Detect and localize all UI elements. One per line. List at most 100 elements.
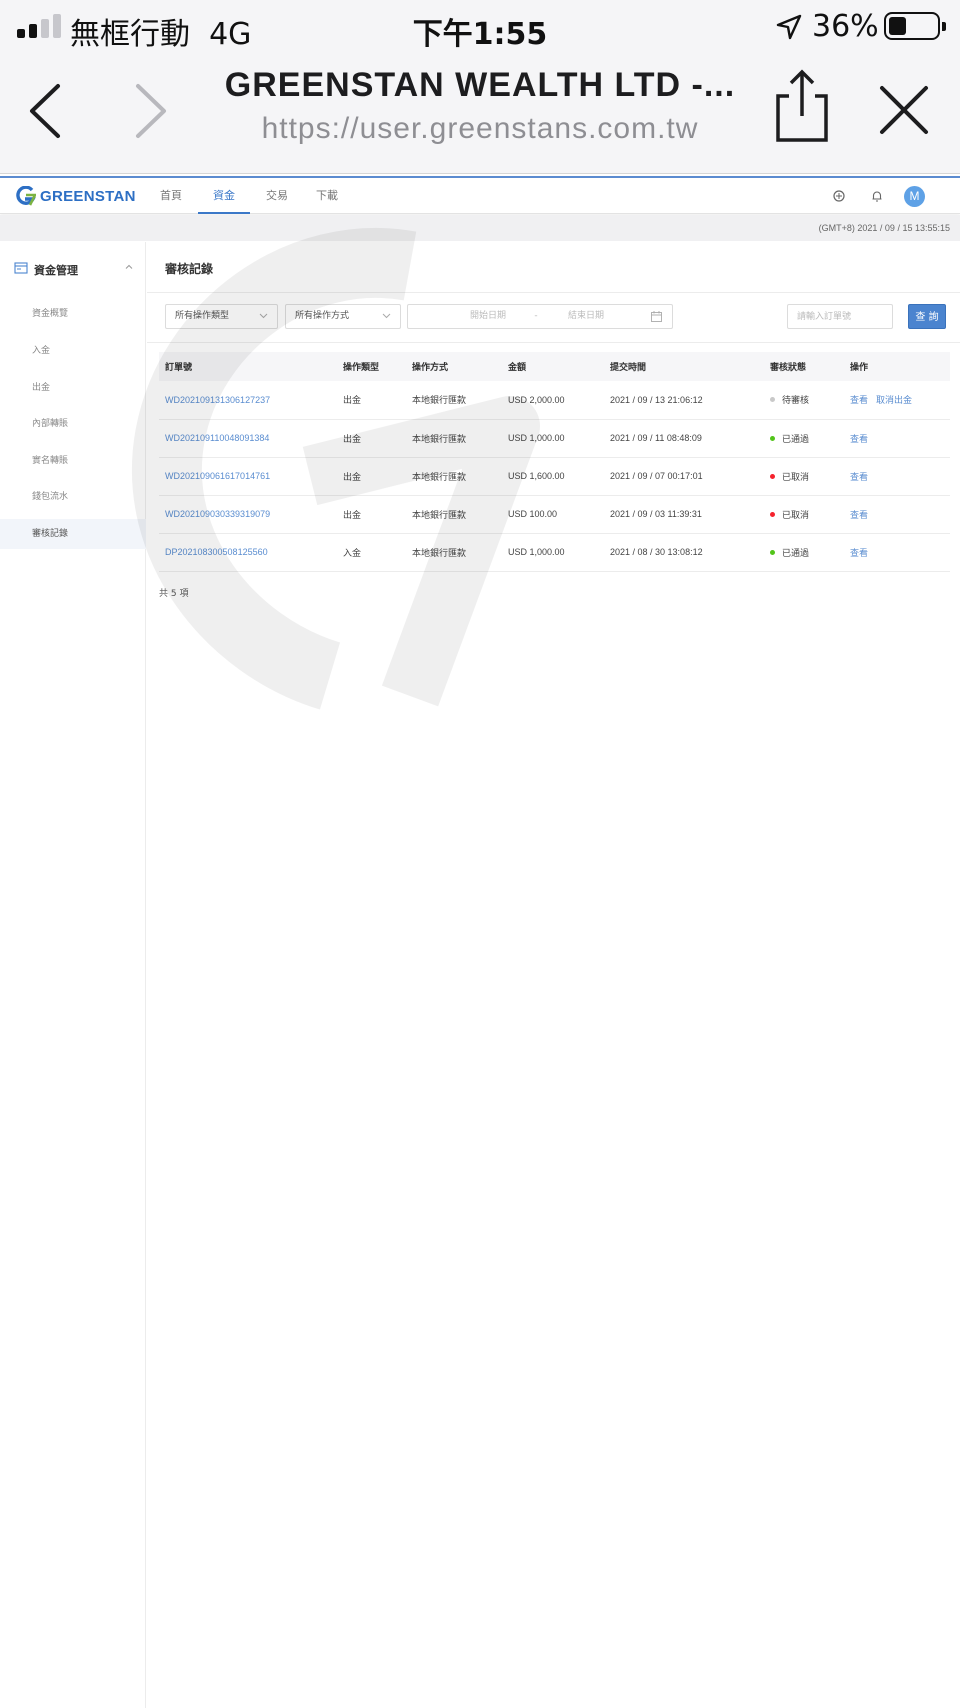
end-date-input[interactable]: 結束日期 [542,305,630,328]
share-icon[interactable] [772,68,832,144]
operation-method-cell: 本地銀行匯款 [412,547,467,558]
cancel-withdrawal-link[interactable]: 取消出金 [876,395,912,405]
chevron-up-icon [125,264,133,269]
review-status-cell: 待審核 [764,381,844,419]
sidebar-item-funds-overview[interactable]: 資金概覽 [0,299,146,329]
view-link[interactable]: 查看 [850,472,868,482]
main-content: 審核記錄 所有操作類型 所有操作方式 開始日期 - 結束日期 查 詢 訂單號 操… [147,242,960,1708]
forward-icon[interactable] [118,78,178,144]
table-row: WD202109061617014761 出金 本地銀行匯款 USD 1,600.00… [159,457,950,495]
table-header-row: 訂單號 操作類型 操作方式 金額 提交時間 審核狀態 操作 [159,352,950,381]
close-icon[interactable] [876,82,932,138]
actions-cell: 查看 [844,457,950,495]
page-title: 審核記錄 [165,262,214,276]
browser-page-title: GREENSTAN WEALTH LTD -... [224,66,736,104]
review-records-table: 訂單號 操作類型 操作方式 金額 提交時間 審核狀態 操作 WD20210913… [159,352,950,572]
server-time-bar: (GMT+8) 2021 / 09 / 15 13:55:15 [0,215,960,241]
order-number-cell[interactable]: DP202108300508125560 [159,533,337,571]
order-number-cell[interactable]: WD202109131306127237 [159,381,337,419]
order-number-cell[interactable]: WD202109110048091384 [159,419,337,457]
amount-cell: USD 100.00 [508,509,558,519]
column-header: 審核狀態 [770,363,807,373]
divider [147,292,960,293]
sidebar-item-deposit[interactable]: 入金 [0,336,146,366]
operation-type-value: 所有操作類型 [175,311,230,321]
nav-funds[interactable]: 資金 [198,178,250,214]
operation-type-cell: 出金 [343,471,362,482]
status-dot-icon [770,435,775,441]
nav-trade[interactable]: 交易 [256,178,298,214]
server-time: (GMT+8) 2021 / 09 / 15 13:55:15 [818,223,950,233]
sidebar-section-funds-management[interactable]: 資金管理 [0,254,146,284]
table-row: DP202108300508125560 入金 本地銀行匯款 USD 1,000.00… [159,533,950,571]
order-number-cell[interactable]: WD202109030339319079 [159,495,337,533]
logo-mark-icon [16,186,36,206]
bell-icon[interactable] [869,188,885,204]
order-number-link[interactable]: WD202109030339319079 [165,509,270,519]
brand-logo[interactable]: GREENSTAN [14,186,136,206]
operation-type-cell: 出金 [343,395,362,406]
submit-time-cell: 2021 / 09 / 11 08:48:09 [610,433,702,443]
sidebar-item-review-records[interactable]: 審核記錄 [0,519,146,549]
date-range-picker[interactable]: 開始日期 - 結束日期 [407,304,673,329]
nav-home[interactable]: 首頁 [150,178,192,214]
chevron-down-icon [259,313,268,319]
column-header: 提交時間 [610,363,647,373]
chevron-down-icon [382,313,391,319]
status-badge: 已取消 [782,471,810,482]
amount-cell: USD 1,600.00 [508,471,565,481]
order-number-link[interactable]: DP202108300508125560 [165,547,268,557]
sidebar-item-withdraw[interactable]: 出金 [0,373,146,403]
submit-time-cell: 2021 / 09 / 07 00:17:01 [610,471,703,481]
total-count: 共 5 項 [159,589,189,599]
view-link[interactable]: 查看 [850,434,868,444]
amount-cell: USD 1,000.00 [508,547,565,557]
operation-method-value: 所有操作方式 [295,311,350,321]
browser-url[interactable]: https://user.greenstans.com.tw [170,112,790,146]
review-status-cell: 已通過 [764,533,844,571]
order-number-link[interactable]: WD202109131306127237 [165,395,270,405]
sidebar-item-wallet-ledger[interactable]: 錢包流水 [0,482,146,512]
divider [147,342,960,343]
amount-cell: USD 1,000.00 [508,433,565,443]
actions-cell: 查看 取消出金 [844,381,950,419]
operation-type-select[interactable]: 所有操作類型 [165,304,278,329]
logo-text: GREENSTAN [40,187,136,205]
order-number-cell[interactable]: WD202109061617014761 [159,457,337,495]
order-number-input[interactable] [787,304,893,329]
view-link[interactable]: 查看 [850,510,868,520]
submit-time-cell: 2021 / 09 / 03 11:39:31 [610,509,702,519]
operation-method-cell: 本地銀行匯款 [412,395,467,406]
query-button[interactable]: 查 詢 [908,304,946,329]
operation-method-cell: 本地銀行匯款 [412,433,467,444]
order-number-link[interactable]: WD202109110048091384 [165,433,269,443]
column-header: 金額 [508,363,527,373]
sidebar: 資金管理 資金概覽 入金 出金 內部轉賬 實名轉賬 錢包流水 審核記錄 [0,242,146,1708]
operation-method-select[interactable]: 所有操作方式 [285,304,401,329]
avatar[interactable]: M [904,186,925,207]
status-badge: 已通過 [782,433,810,444]
back-icon[interactable] [18,78,78,144]
calendar-icon [651,311,662,322]
column-header: 訂單號 [165,363,193,373]
view-link[interactable]: 查看 [850,395,868,405]
status-badge: 已取消 [782,509,810,520]
status-badge: 待審核 [782,395,810,406]
review-status-cell: 已取消 [764,495,844,533]
operation-type-cell: 出金 [343,509,362,520]
table-row: WD202109131306127237 出金 本地銀行匯款 USD 2,000.00… [159,381,950,419]
column-header: 操作方式 [412,363,449,373]
operation-method-cell: 本地銀行匯款 [412,509,467,520]
view-link[interactable]: 查看 [850,548,868,558]
status-badge: 已通過 [782,547,810,558]
battery-icon [884,12,946,40]
status-dot-icon [770,397,775,403]
sidebar-item-internal-transfer[interactable]: 內部轉賬 [0,409,146,439]
sidebar-item-verified-transfer[interactable]: 實名轉賬 [0,446,146,476]
order-number-link[interactable]: WD202109061617014761 [165,471,270,481]
submit-time-cell: 2021 / 09 / 13 21:06:12 [610,394,703,405]
support-icon[interactable] [831,188,847,204]
actions-cell: 查看 [844,495,950,533]
nav-download[interactable]: 下載 [306,178,348,214]
start-date-input[interactable]: 開始日期 [448,305,528,328]
